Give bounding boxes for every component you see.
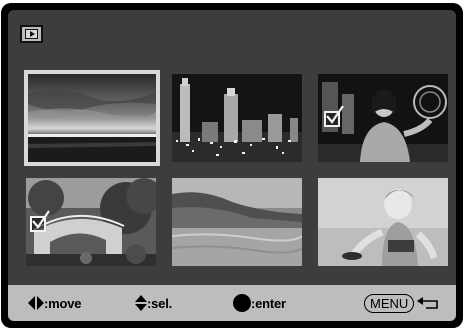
center-button-icon (233, 294, 251, 312)
thumb-woman-night[interactable] (318, 74, 448, 162)
camera-lcd: :move :sel. :enter MENU (1, 3, 463, 328)
thumb-coastline[interactable] (172, 178, 302, 266)
return-arrow-icon (417, 296, 439, 310)
enter-label: :enter (251, 295, 286, 311)
move-hint: :move (28, 285, 81, 321)
bottom-control-bar: :move :sel. :enter MENU (8, 285, 456, 321)
select-label: :sel. (147, 295, 173, 311)
check-mark-icon (324, 105, 344, 127)
menu-back-hint: MENU (364, 285, 439, 321)
left-right-arrows-icon (28, 296, 44, 310)
move-label: :move (44, 295, 82, 311)
playback-mode-icon (20, 25, 43, 43)
check-mark-icon (30, 210, 50, 232)
enter-hint: :enter (233, 285, 286, 321)
thumb-child-beach[interactable] (318, 178, 448, 266)
thumb-city-night[interactable] (172, 74, 302, 162)
thumb-bridge-garden[interactable] (26, 178, 156, 266)
select-hint: :sel. (135, 285, 172, 321)
menu-button[interactable]: MENU (364, 293, 415, 313)
playback-index-screen: :move :sel. :enter MENU (8, 10, 456, 321)
thumb-sunset-sea[interactable] (24, 70, 160, 166)
up-down-arrows-icon (135, 295, 147, 311)
